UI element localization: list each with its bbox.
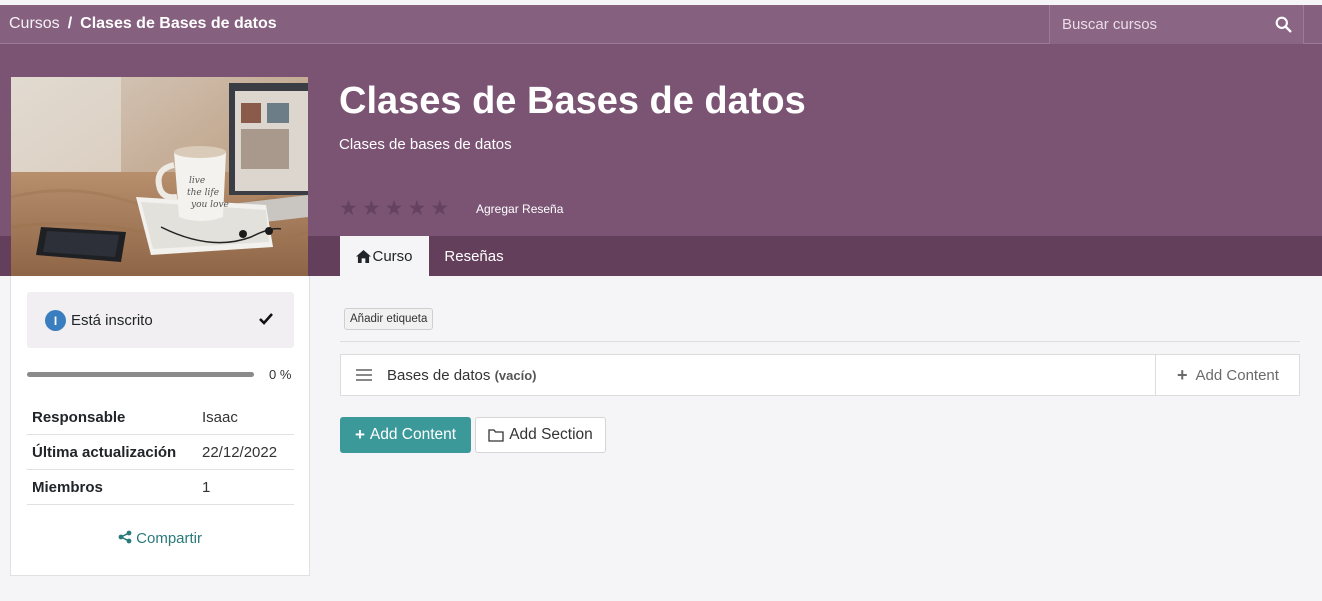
course-subtitle: Clases de bases de datos [339, 136, 512, 153]
star-icon: ★ [407, 197, 427, 220]
progress-bar-fill [27, 372, 254, 377]
meta-row-ultima-actualizacion: Última actualización 22/12/2022 [27, 435, 294, 470]
meta-key: Responsable [32, 408, 126, 426]
section-title: Bases de datos (vacío) [387, 367, 536, 384]
share-link[interactable]: Compartir [11, 530, 309, 547]
top-navbar: Cursos / Clases de Bases de datos [0, 5, 1322, 44]
plus-icon: + [1177, 364, 1188, 385]
section-add-content-label: Add Content [1195, 366, 1279, 384]
tab-resenas-label: Reseñas [444, 247, 504, 265]
enrolled-banner: I Está inscrito [27, 292, 294, 348]
meta-key: Miembros [32, 478, 103, 496]
divider [340, 341, 1300, 342]
course-sidebar: I Está inscrito 0 % Responsable Isaac Úl… [10, 276, 310, 576]
folder-icon [488, 429, 504, 442]
add-section-button[interactable]: Add Section [475, 417, 606, 453]
breadcrumb-separator: / [67, 15, 73, 32]
svg-text:you love: you love [190, 200, 229, 210]
rating-stars: ★ ★ ★ ★ ★ [339, 197, 450, 220]
check-icon [259, 312, 273, 329]
search-box [1049, 5, 1304, 44]
meta-row-responsable: Responsable Isaac [27, 400, 294, 435]
add-review-link[interactable]: Agregar Reseña [476, 202, 563, 216]
section-row: Bases de datos (vacío) + Add Content [340, 354, 1300, 396]
svg-text:live: live [189, 176, 205, 186]
section-add-content-button[interactable]: + Add Content [1155, 355, 1300, 395]
meta-row-miembros: Miembros 1 [27, 470, 294, 505]
plus-icon: + [354, 425, 365, 444]
progress-label: 0 % [269, 367, 292, 382]
enrolled-label: Está inscrito [71, 312, 153, 329]
search-icon [1275, 16, 1291, 32]
search-button[interactable] [1263, 5, 1303, 43]
meta-value: Isaac [202, 408, 238, 426]
meta-value: 22/12/2022 [202, 443, 278, 461]
add-content-button[interactable]: + Add Content [340, 417, 471, 453]
section-empty-badge: (vacío) [494, 368, 537, 383]
share-label: Compartir [136, 530, 203, 547]
drag-handle-icon[interactable] [356, 369, 372, 381]
course-cover-image: live the life you love [11, 77, 308, 276]
star-icon: ★ [430, 197, 450, 220]
add-tag-button[interactable]: Añadir etiqueta [344, 308, 434, 330]
star-icon: ★ [361, 197, 381, 220]
tab-curso-label: Curso [372, 247, 413, 265]
meta-value: 1 [202, 478, 211, 496]
breadcrumb-current: Clases de Bases de datos [80, 15, 277, 32]
add-content-label: Add Content [369, 426, 457, 443]
breadcrumb: Cursos / Clases de Bases de datos [9, 15, 277, 33]
section-name: Bases de datos [387, 367, 491, 384]
svg-text:the life: the life [187, 188, 219, 198]
add-section-label: Add Section [509, 426, 593, 443]
tab-resenas[interactable]: Reseñas [433, 236, 515, 276]
meta-key: Última actualización [32, 443, 177, 461]
star-icon: ★ [384, 197, 404, 220]
breadcrumb-root-link[interactable]: Cursos [9, 15, 60, 33]
star-icon: ★ [339, 197, 358, 220]
share-icon [118, 530, 132, 544]
course-title: Clases de Bases de datos [339, 80, 806, 122]
info-icon: I [45, 310, 66, 331]
search-input[interactable] [1050, 5, 1260, 43]
home-icon [356, 249, 372, 263]
progress-bar [27, 372, 254, 377]
course-meta: Responsable Isaac Última actualización 2… [27, 400, 294, 505]
tab-curso[interactable]: Curso [340, 236, 429, 276]
